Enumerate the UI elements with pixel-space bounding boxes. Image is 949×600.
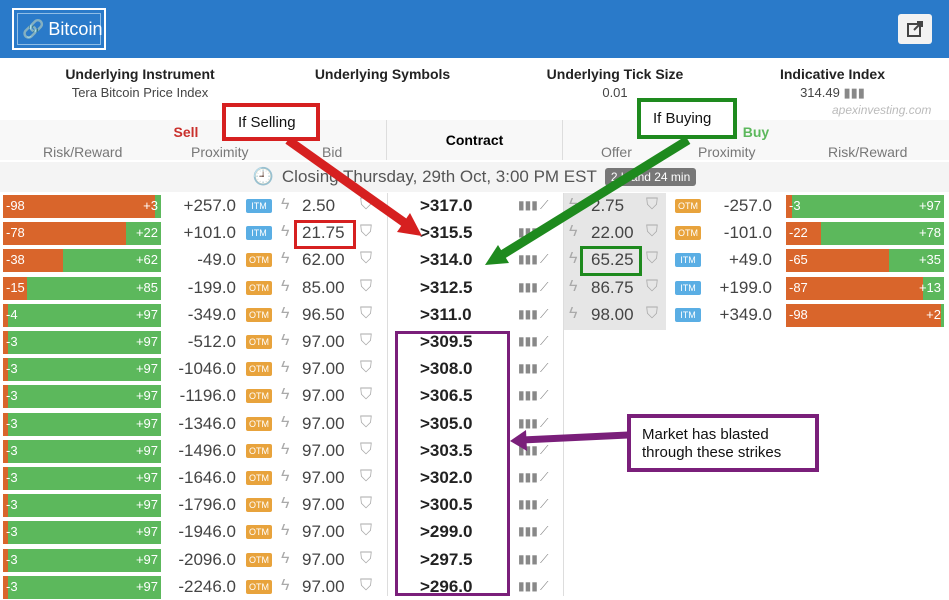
buying-arrow xyxy=(494,136,691,262)
annotation-arrows xyxy=(285,136,691,451)
if-buying-callout: If Buying xyxy=(637,98,737,139)
selling-arrow xyxy=(285,136,415,232)
blasted-arrow xyxy=(521,431,629,444)
if-selling-callout: If Selling xyxy=(222,103,320,141)
blasted-callout: Market has blasted through these strikes xyxy=(627,414,819,472)
options-panel: 🔗 Bitcoin Underlying Instrument Tera Bit… xyxy=(0,0,949,599)
